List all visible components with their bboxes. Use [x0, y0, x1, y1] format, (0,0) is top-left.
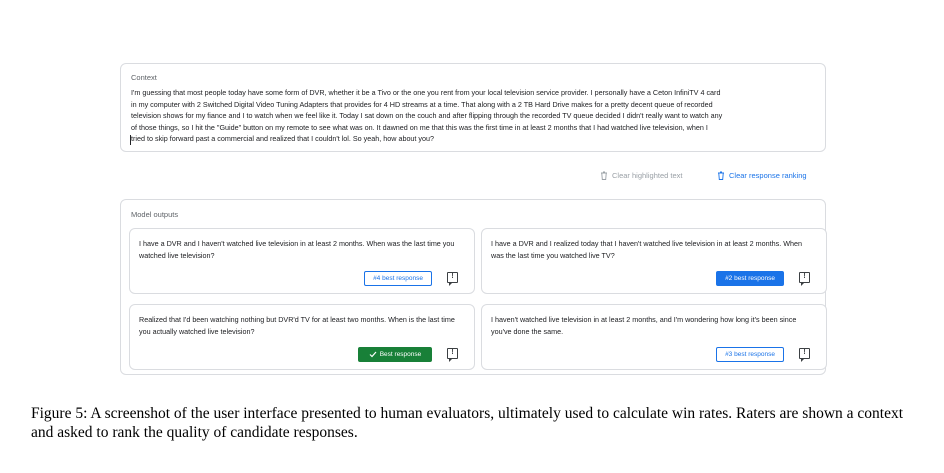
rank-label: #2 best response [725, 275, 775, 282]
figure-caption: Figure 5: A screenshot of the user inter… [31, 405, 904, 441]
rank-button[interactable]: #4 best response [364, 271, 432, 286]
context-line: television shows for my fiance and I to … [131, 111, 723, 121]
context-line: tried to skip forward past a commercial … [131, 134, 435, 144]
context-line: of those things, so I hit the "Guide" bu… [131, 122, 708, 132]
response-card[interactable]: I have a DVR and I realized today that I… [481, 228, 827, 294]
report-flag-icon[interactable] [799, 272, 810, 286]
response-text: I haven't watched live television in at … [491, 315, 797, 336]
clear-ranking-label: Clear response ranking [729, 171, 807, 180]
clear-response-ranking-button[interactable]: Clear response ranking [717, 171, 807, 180]
context-text[interactable]: I'm guessing that most people today have… [130, 87, 815, 145]
context-label: Context [131, 73, 157, 82]
clear-highlighted-label: Clear highlighted text [612, 171, 683, 180]
response-text: I have a DVR and I realized today that I… [491, 239, 803, 260]
clear-highlighted-text-button[interactable]: Clear highlighted text [600, 171, 682, 180]
rank-button[interactable]: #2 best response [716, 271, 784, 286]
report-flag-icon[interactable] [447, 272, 458, 286]
trash-icon [718, 171, 724, 180]
response-card[interactable]: I have a DVR and I haven't watched live … [129, 228, 475, 294]
report-flag-icon[interactable] [799, 348, 810, 362]
context-panel: Context I'm guessing that most people to… [120, 63, 826, 152]
rank-button[interactable]: #3 best response [716, 347, 784, 362]
response-card[interactable]: Realized that I'd been watching nothing … [129, 304, 475, 370]
rank-label: #4 best response [373, 275, 423, 282]
response-text: I have a DVR and I haven't watched live … [139, 239, 455, 260]
rank-label: #3 best response [725, 351, 775, 358]
response-card[interactable]: I haven't watched live television in at … [481, 304, 827, 370]
report-flag-icon[interactable] [447, 348, 458, 362]
context-line: in my computer with 2 Switched Digital V… [131, 99, 713, 109]
model-outputs-panel: Model outputs I have a DVR and I haven't… [120, 199, 827, 375]
model-outputs-label: Model outputs [131, 210, 179, 219]
check-icon [369, 351, 377, 358]
context-line: I'm guessing that most people today have… [131, 88, 721, 97]
rank-button[interactable]: Best response [358, 347, 432, 362]
response-text: Realized that I'd been watching nothing … [139, 315, 455, 336]
rank-label: Best response [379, 351, 422, 358]
trash-icon [601, 171, 607, 180]
text-cursor [130, 135, 131, 145]
